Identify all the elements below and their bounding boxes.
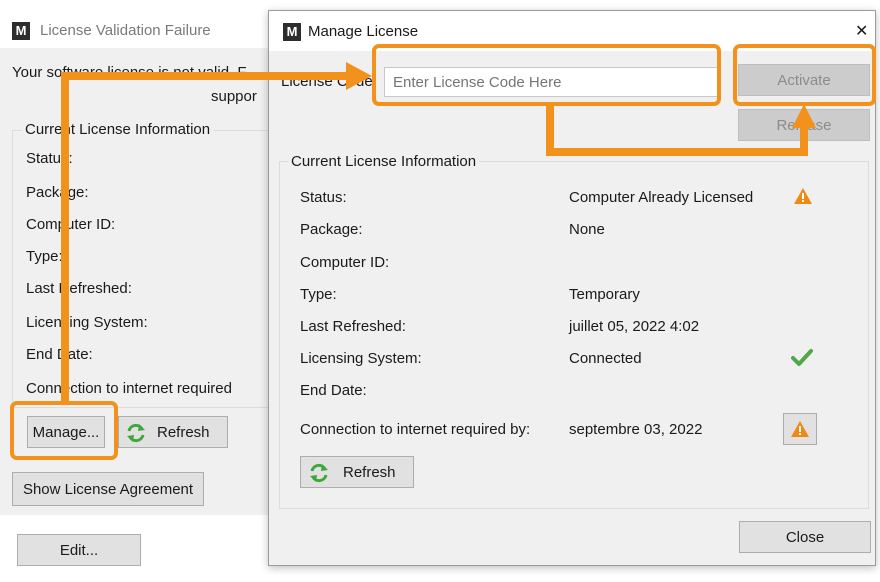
end-date-label: End Date: [26,346,93,363]
dialog-title: Manage License [308,23,419,40]
refresh-icon [308,462,330,488]
end-date-label: End Date: [300,382,367,399]
package-label: Package: [300,221,363,238]
close-icon[interactable]: ✕ [855,21,868,41]
licensing-system-label: Licensing System: [300,350,422,367]
computer-id-label: Computer ID: [300,254,390,271]
highlight-activate-button [733,44,876,106]
highlight-manage-button [10,401,118,460]
status-value: Computer Already Licensed [569,189,754,206]
arrow-head-up-icon [792,104,816,128]
connection-required-value: septembre 03, 2022 [569,421,703,438]
app-logo-icon: M [12,22,30,40]
refresh-label: Refresh [343,464,396,481]
edit-button[interactable]: Edit... [17,534,141,566]
last-refreshed-label: Last Refreshed: [26,280,132,297]
connector-up [800,125,808,156]
group-title: Current License Information [22,121,214,138]
warning-icon [790,420,810,442]
type-label: Type: [26,248,63,265]
app-logo-icon: M [283,23,301,41]
status-label: Status: [300,189,347,206]
package-label: Package: [26,184,89,201]
package-value: None [569,221,605,238]
refresh-icon [125,422,147,448]
current-license-group [12,130,274,408]
last-refreshed-label: Last Refreshed: [300,318,406,335]
type-label: Type: [300,286,337,303]
group-title: Current License Information [288,153,480,170]
type-value: Temporary [569,286,640,303]
connection-label: Connection to internet required [26,380,232,397]
show-license-agreement-button[interactable]: Show License Agreement [12,472,204,506]
connection-warning-button[interactable] [783,413,817,445]
computer-id-label: Computer ID: [26,216,116,233]
connector-across [546,148,808,156]
window-titlebar: M License Validation Failure [0,0,268,48]
last-refreshed-value: juillet 05, 2022 4:02 [569,318,700,335]
close-button[interactable]: Close [739,521,871,553]
licensing-system-label: Licensing System: [26,314,148,331]
message-line-2: suppor [211,88,257,105]
arrow-head-icon [346,62,372,90]
warning-icon [793,187,813,209]
arrow-line-vertical [61,72,69,403]
window-title: License Validation Failure [40,22,211,39]
refresh-label: Refresh [157,424,210,441]
arrow-line-horizontal [61,72,351,80]
back-refresh-button[interactable]: Refresh [118,416,228,448]
licensing-system-value: Connected [569,350,642,367]
dialog-refresh-button[interactable]: Refresh [300,456,414,488]
checkmark-icon [791,348,813,372]
connection-required-label: Connection to internet required by: [300,421,531,438]
highlight-license-code-input [372,44,721,106]
